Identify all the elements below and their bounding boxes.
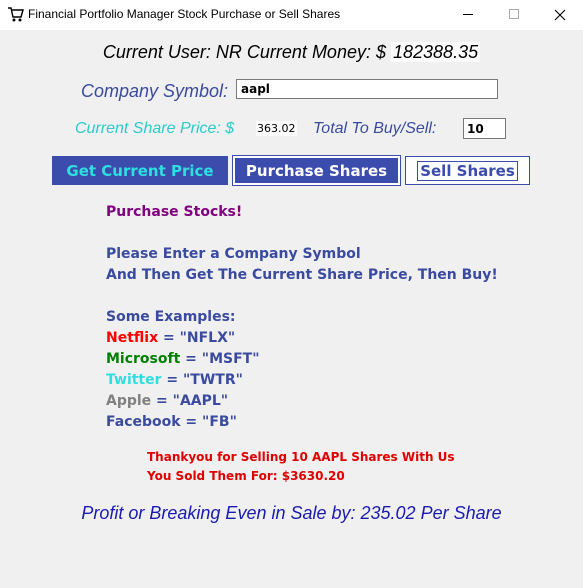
info-heading: Purchase Stocks! bbox=[106, 202, 242, 223]
example-twitter: Twitter = "TWTR" bbox=[106, 370, 260, 391]
total-to-buy-sell-input[interactable] bbox=[463, 118, 506, 139]
minimize-button[interactable] bbox=[445, 0, 491, 30]
example-name: Facebook bbox=[106, 414, 181, 430]
example-symbol: = "MSFT" bbox=[180, 351, 260, 367]
get-current-price-button[interactable]: Get Current Price bbox=[52, 156, 228, 185]
get-current-price-label: Get Current Price bbox=[66, 161, 214, 180]
example-apple: Apple = "AAPL" bbox=[106, 391, 260, 412]
user-label: Current User: NR Current Money: $ bbox=[102, 42, 386, 62]
sale-confirmation-message: Thankyou for Selling 10 AAPL Shares With… bbox=[147, 450, 455, 464]
example-symbol: = "TWTR" bbox=[161, 372, 243, 388]
example-name: Netflix bbox=[106, 330, 159, 346]
purchase-shares-button[interactable]: Purchase Shares bbox=[232, 155, 401, 186]
example-facebook: Facebook = "FB" bbox=[106, 412, 260, 433]
title-bar: Financial Portfolio Manager Stock Purcha… bbox=[0, 0, 583, 30]
maximize-button[interactable] bbox=[491, 0, 537, 30]
example-symbol: = "AAPL" bbox=[151, 393, 229, 409]
total-to-buy-sell-label: Total To Buy/Sell: bbox=[313, 120, 437, 137]
sell-shares-button[interactable]: Sell Shares bbox=[405, 156, 530, 185]
example-netflix: Netflix = "NFLX" bbox=[106, 328, 260, 349]
instruction-line-2: And Then Get The Current Share Price, Th… bbox=[106, 267, 498, 283]
instructions: Please Enter a Company Symbol And Then G… bbox=[106, 244, 498, 286]
example-name: Twitter bbox=[106, 372, 162, 388]
shopping-cart-icon bbox=[8, 7, 24, 22]
company-symbol-input[interactable] bbox=[236, 79, 498, 99]
example-name: Microsoft bbox=[106, 351, 181, 367]
current-money-value: 182388.35 bbox=[391, 42, 481, 62]
example-symbol: = "NFLX" bbox=[158, 330, 236, 346]
close-icon bbox=[554, 9, 566, 21]
purchase-shares-label: Purchase Shares bbox=[245, 161, 388, 180]
profit-message: Profit or Breaking Even in Sale by: 235.… bbox=[81, 503, 502, 523]
current-user-line: Current User: NR Current Money: $ 182388… bbox=[0, 42, 583, 63]
examples-list: Some Examples: Netflix = "NFLX" Microsof… bbox=[106, 307, 260, 433]
sell-shares-label: Sell Shares bbox=[417, 160, 518, 181]
example-microsoft: Microsoft = "MSFT" bbox=[106, 349, 260, 370]
close-button[interactable] bbox=[537, 0, 583, 30]
window-title: Financial Portfolio Manager Stock Purcha… bbox=[28, 7, 341, 21]
examples-heading: Some Examples: bbox=[106, 309, 236, 325]
sale-total-message: You Sold Them For: $3630.20 bbox=[147, 469, 345, 483]
current-share-price-label: Current Share Price: $ bbox=[75, 120, 235, 137]
purchase-stocks-heading: Purchase Stocks! bbox=[106, 204, 243, 220]
instruction-line-1: Please Enter a Company Symbol bbox=[106, 246, 361, 262]
example-name: Apple bbox=[106, 393, 152, 409]
current-share-price-value: 363.02 bbox=[256, 121, 297, 136]
company-symbol-label: Company Symbol: bbox=[81, 81, 229, 101]
example-symbol: = "FB" bbox=[180, 414, 237, 430]
